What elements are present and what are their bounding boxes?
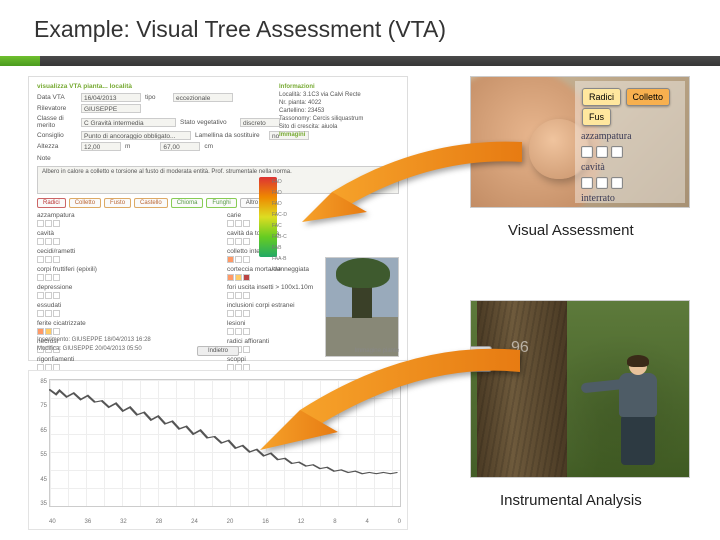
field-label: tipo [145, 94, 169, 101]
field-value: 67,00 [160, 142, 200, 151]
defect-item: essudati [37, 302, 209, 317]
info-line: Cartellino: 23453 [279, 108, 324, 114]
defect-item: azzampatura [37, 212, 209, 227]
resistograph-instrument [470, 351, 491, 363]
field-label: Data VTA [37, 94, 77, 101]
check-box[interactable] [581, 177, 593, 189]
form-tab[interactable]: Fusto [104, 198, 131, 208]
defect-item: depressione [37, 284, 209, 299]
photo-visual-assessment: Radici Colletto Fus azzampatura cavità i… [470, 76, 690, 208]
info-line: Sito di crescita: aiuola [279, 124, 337, 130]
field-value: 16/04/2013 [81, 93, 141, 102]
tablet-tab-selected[interactable]: Colletto [626, 88, 671, 106]
resistograph-chart: 857565554535 4036322824201612840 [28, 370, 408, 530]
unit: cm [204, 143, 213, 150]
chart-y-axis: 857565554535 [31, 379, 47, 507]
info-line: Tassonomy: Cercis siliquastrum [279, 116, 363, 122]
caption-instrumental: Instrumental Analysis [500, 492, 642, 509]
propensity-scale-labels: FADFADFAD FAC-DFACFAB-C FABFAA-BFAA [272, 177, 287, 276]
note-label: Note [37, 155, 399, 162]
field-label: Stato vegetativo [180, 119, 236, 126]
caption-visual: Visual Assessment [508, 222, 634, 239]
info-line: Località: 3.1C3 via Calvi Recte [279, 92, 361, 98]
form-tab[interactable]: Chioma [171, 198, 204, 208]
field-label: Consiglio [37, 132, 77, 139]
tablet-word: interrato [581, 193, 679, 204]
accent-bar-green [0, 56, 40, 66]
img-caption: Immagine piante [355, 348, 399, 354]
form-tab[interactable]: Funghi [206, 198, 236, 208]
form-tab[interactable]: Radici [37, 198, 66, 208]
field-value: C Gravità intermedia [81, 118, 176, 127]
chart-line [49, 379, 401, 507]
tablet-word: azzampatura [581, 131, 679, 142]
back-button[interactable]: Indietro [197, 346, 239, 356]
form-footer: Inserimento: GIUSEPPE 18/04/2013 16:28 M… [37, 336, 151, 354]
field-label: Classe di merito [37, 115, 77, 129]
slide-title-area: Example: Visual Tree Assessment (VTA) [0, 0, 720, 51]
chart-x-axis: 4036322824201612840 [49, 519, 401, 525]
photo-instrumental-analysis: 96 [470, 300, 690, 478]
check-box[interactable] [581, 146, 593, 158]
info-title: Informazioni [279, 84, 315, 90]
field-value: discreto [240, 118, 280, 127]
note-text: Albero in calore a colletto e torsione a… [37, 166, 399, 194]
defect-item: rigonfiamenti [37, 356, 209, 371]
accent-bar [0, 56, 720, 66]
tablet-word: cavità [581, 162, 679, 173]
tablet-tab[interactable]: Radici [582, 88, 621, 106]
check-row [581, 177, 679, 189]
field-label: Rilevatore [37, 105, 77, 112]
form-tabs: Radici Colletto Fusto Castello Chioma Fu… [37, 198, 399, 208]
defect-item: cecidi/rametti [37, 248, 209, 263]
defect-col-left: azzampatura cavità cecidi/rametti corpi … [37, 212, 209, 392]
tree-number: 96 [511, 339, 529, 357]
defect-item: corpi fruttiferi (epixili) [37, 266, 209, 281]
slide-title: Example: Visual Tree Assessment (VTA) [34, 16, 720, 43]
defect-item: cavità [37, 230, 209, 245]
tablet-ui: Radici Colletto Fus azzampatura cavità i… [575, 81, 685, 203]
defect-item: cavità da tomicida [227, 230, 399, 245]
defect-item: carie [227, 212, 399, 227]
form-info-panel: Informazioni Località: 3.1C3 via Calvi R… [279, 83, 399, 139]
field-label: Lamellina da sostituire [195, 132, 265, 139]
tree-trunk [477, 300, 567, 478]
check-box[interactable] [611, 146, 623, 158]
field-label: Altezza [37, 143, 77, 150]
info-img: Immagini [279, 132, 305, 138]
check-row [581, 146, 679, 158]
field-value: GIUSEPPE [81, 104, 141, 113]
unit: m [125, 143, 130, 150]
defect-item: ferite cicatrizzate [37, 320, 209, 335]
form-tab[interactable]: Castello [134, 198, 168, 208]
tree-photo-thumb [325, 257, 399, 357]
defect-item: scoppi [227, 356, 399, 371]
form-screenshot: visualizza VTA pianta... località Inform… [28, 76, 408, 361]
form-tab[interactable]: Colletto [69, 198, 101, 208]
field-value: eccezionale [173, 93, 233, 102]
check-box[interactable] [596, 146, 608, 158]
field-value: 12,00 [81, 142, 121, 151]
check-box[interactable] [611, 177, 623, 189]
info-line: Nr. pianta: 4022 [279, 100, 321, 106]
operator [609, 357, 667, 465]
field-value: Punto di ancoraggio obbligato... [81, 131, 191, 140]
check-box[interactable] [596, 177, 608, 189]
tablet-tab[interactable]: Fus [582, 108, 611, 126]
